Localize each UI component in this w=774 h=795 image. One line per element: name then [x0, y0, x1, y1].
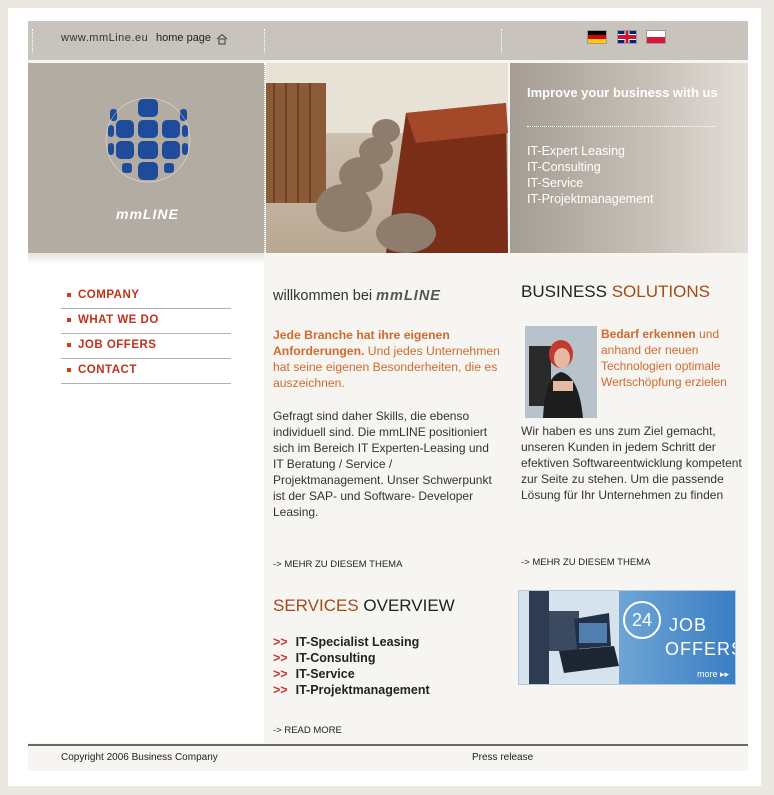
service-item[interactable]: >> IT-Specialist Leasing: [273, 634, 430, 650]
laptop-worker-image: [519, 591, 619, 684]
de-flag-icon[interactable]: [587, 30, 607, 44]
nav-item-contact[interactable]: CONTACT: [61, 360, 231, 384]
arrow-icon: >>: [273, 683, 288, 697]
site-url: www.mmLine.eu: [61, 32, 149, 44]
promo-item[interactable]: IT-Expert Leasing: [527, 143, 653, 159]
nav-bullet-icon: [67, 318, 71, 322]
nav-bullet-icon: [67, 293, 71, 297]
business-lead: Bedarf erkennen und anhand der neuen Tec…: [601, 326, 739, 390]
business-title: BUSINESS SOLUTIONS: [521, 282, 710, 302]
top-bar: www.mmLine.eu home page: [28, 21, 748, 60]
job-title-line2: OFFERS: [665, 639, 735, 659]
promo-item[interactable]: IT-Consulting: [527, 159, 653, 175]
topbar-divider: [32, 29, 33, 53]
promo-panel: Improve your business with us IT-Expert …: [510, 63, 748, 253]
mmline-logo-icon: [105, 97, 191, 183]
nav-item-company[interactable]: COMPANY: [61, 285, 231, 309]
nav-label[interactable]: WHAT WE DO: [78, 314, 159, 326]
nav-label[interactable]: JOB OFFERS: [78, 339, 156, 351]
business-title-plain: BUSINESS: [521, 282, 612, 301]
services-title-accent: SERVICES: [273, 596, 359, 615]
nav-bullet-icon: [67, 368, 71, 372]
welcome-body: Gefragt sind daher Skills, die ebenso in…: [273, 409, 492, 519]
service-label[interactable]: IT-Service: [296, 667, 355, 681]
welcome-prefix: willkommen bei: [273, 288, 373, 304]
service-label[interactable]: IT-Specialist Leasing: [296, 635, 420, 649]
services-list: >> IT-Specialist Leasing >> IT-Consulting …: [273, 634, 430, 698]
job-more-link[interactable]: more ▸▸: [697, 669, 729, 680]
conference-room-photo: [266, 63, 508, 253]
promo-divider: [527, 126, 715, 127]
welcome-brand: mmLINE: [376, 288, 441, 304]
service-item[interactable]: >> IT-Service: [273, 666, 430, 682]
services-read-more-link[interactable]: -> READ MORE: [273, 725, 342, 736]
arrow-icon: >>: [273, 635, 288, 649]
main-navigation: COMPANY WHAT WE DO JOB OFFERS CONTACT: [61, 285, 231, 385]
topbar-divider: [501, 29, 502, 53]
job-offers-banner[interactable]: 24 JOB OFFERS more ▸▸: [518, 590, 736, 685]
press-release-link[interactable]: Press release: [472, 752, 533, 763]
business-body: Wir haben es uns zum Ziel gemacht, unser…: [521, 424, 742, 502]
topbar-divider: [264, 29, 265, 53]
service-label[interactable]: IT-Projektmanagement: [296, 683, 430, 697]
job-title-line1: JOB: [669, 615, 708, 635]
nav-label[interactable]: CONTACT: [78, 364, 137, 376]
welcome-intro: Jede Branche hat ihre eigenen Anforderun…: [273, 327, 501, 391]
job-count-badge: 24: [623, 601, 661, 639]
business-more-link[interactable]: -> MEHR ZU DIESEM THEMA: [521, 557, 650, 568]
logo-wordmark: mmLINE: [116, 206, 179, 222]
business-title-accent: SOLUTIONS: [611, 282, 710, 301]
logo-area[interactable]: mmLINE: [28, 63, 265, 253]
lead-bold: Bedarf erkennen: [601, 327, 696, 341]
home-icon[interactable]: [216, 33, 228, 45]
promo-item[interactable]: IT-Projektmanagement: [527, 191, 653, 207]
service-item[interactable]: >> IT-Consulting: [273, 650, 430, 666]
services-title-rest: OVERVIEW: [358, 596, 455, 615]
nav-label[interactable]: COMPANY: [78, 289, 139, 301]
copyright-text: Copyright 2006 Business Company: [61, 752, 218, 763]
header-banner: mmLINE Improve your business with us IT-…: [28, 63, 748, 253]
arrow-icon: >>: [273, 667, 288, 681]
nav-item-job-offers[interactable]: JOB OFFERS: [61, 335, 231, 359]
nav-bullet-icon: [67, 343, 71, 347]
pl-flag-icon[interactable]: [646, 30, 666, 44]
services-title: SERVICES OVERVIEW: [273, 596, 455, 616]
welcome-heading: willkommen bei mmLINE: [273, 288, 441, 304]
business-woman-photo: [525, 326, 597, 418]
home-page-link[interactable]: home page: [156, 32, 211, 44]
promo-item[interactable]: IT-Service: [527, 175, 653, 191]
promo-title: Improve your business with us: [527, 85, 718, 100]
page-container: www.mmLine.eu home page mmLINE Improve y…: [28, 21, 748, 771]
arrow-icon: >>: [273, 651, 288, 665]
service-item[interactable]: >> IT-Projektmanagement: [273, 682, 430, 698]
uk-flag-icon[interactable]: [617, 30, 637, 44]
nav-item-what-we-do[interactable]: WHAT WE DO: [61, 310, 231, 334]
footer-divider: [28, 744, 748, 746]
promo-list: IT-Expert Leasing IT-Consulting IT-Servi…: [527, 143, 653, 207]
welcome-more-link[interactable]: -> MEHR ZU DIESEM THEMA: [273, 559, 402, 570]
service-label[interactable]: IT-Consulting: [296, 651, 376, 665]
